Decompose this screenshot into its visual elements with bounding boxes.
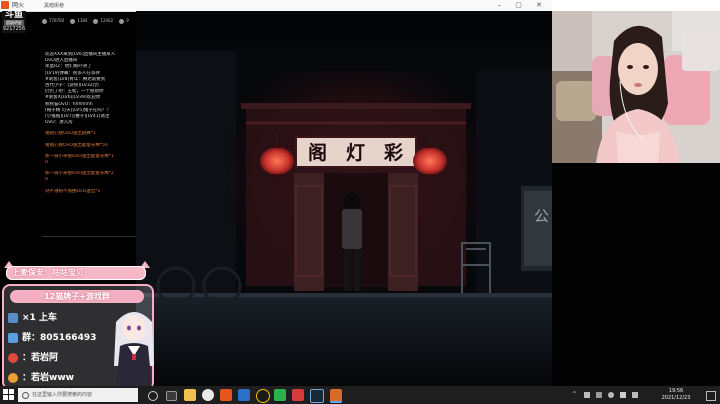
panel-title: 12猫牌子+游戏群: [10, 290, 144, 303]
room-manager-label: 上麦保安：咕咕宝贝: [12, 268, 84, 277]
panel-row: ：若岩www: [8, 370, 74, 386]
tab-title: 黑暗街巷: [44, 3, 65, 9]
webcam-image: [552, 11, 720, 163]
room-id: 9217256: [2, 26, 26, 32]
lantern-right: [413, 147, 447, 175]
room-manager-banner: 上麦保安：咕咕宝贝: [2, 261, 154, 280]
weibo-icon: [8, 352, 18, 363]
task-view-icon[interactable]: [166, 391, 177, 401]
stat-share: 9: [119, 18, 129, 24]
heat-icon: [70, 18, 76, 24]
clock-date: 2021/12/23: [661, 395, 691, 401]
clock[interactable]: 19:56 2021/12/23: [656, 388, 696, 402]
sign-char-3: 彩: [383, 142, 403, 164]
chat-panel[interactable]: 欢迎XXX来到[LV6]直播间主播某人 OvO进入直播间 笨蛋RZ：他们被吓哭了…: [42, 52, 136, 237]
stats-bar: 778780 1184 12462 9: [42, 16, 134, 26]
app-icon-red[interactable]: [292, 389, 304, 401]
windows-start-icon[interactable]: [3, 389, 14, 400]
cortana-icon[interactable]: [148, 391, 158, 401]
share-icon: [119, 18, 125, 24]
gift-message: 刻不落粉不落搜OvO送出*1: [45, 188, 101, 194]
lantern-left: [260, 147, 294, 175]
side-empty-area: [552, 163, 720, 386]
stat-heat: 1184: [70, 18, 87, 24]
gift-message: 猪猪心搜OvO送出跳舞*1: [45, 131, 96, 137]
taskbar-search-box[interactable]: 在这里输入你要搜索的内容: [18, 388, 138, 402]
window-controls[interactable]: – ▢ ✕: [498, 0, 548, 11]
panel-row: ×1 上车: [8, 310, 57, 326]
anime-mascot-illustration: [108, 306, 160, 388]
game-window-icon[interactable]: [330, 389, 342, 403]
streamer-id-box: 斗鱼 超级明星 9217256: [2, 11, 26, 33]
search-icon: [22, 392, 29, 399]
file-explorer-icon[interactable]: [184, 389, 196, 401]
app-logo-icon: [1, 1, 9, 9]
ime-icon[interactable]: [632, 392, 638, 398]
tray-overflow-icon[interactable]: ^: [572, 391, 577, 398]
clock-time: 19:56: [668, 388, 684, 394]
webcam-feed: [552, 11, 720, 163]
panel-row: ：若岩阿: [8, 350, 58, 366]
search-placeholder: 在这里输入你要搜索的内容: [32, 392, 93, 398]
tray-icon-1[interactable]: [584, 392, 590, 398]
platform-mark: 斗鱼: [4, 10, 23, 20]
gift-message: 猪猪心搜OvO送出能量光棒*50: [45, 142, 108, 148]
gift-icon: [93, 18, 99, 24]
chrome-icon[interactable]: [202, 389, 214, 401]
volume-icon[interactable]: [620, 392, 626, 398]
chat-message: OvO：进入房: [45, 120, 73, 126]
webcam-header: [552, 0, 720, 11]
wechat-icon[interactable]: [274, 389, 286, 401]
user-icon: [8, 312, 18, 323]
stat-gift: 12462: [93, 18, 113, 24]
app-icon-blue[interactable]: [238, 389, 250, 401]
gift-message: 0: [45, 160, 48, 166]
panel-row: 群：805166493: [8, 330, 96, 346]
app-icon-yellow[interactable]: [256, 389, 270, 403]
notification-icon[interactable]: [706, 391, 716, 401]
game-viewport[interactable]: 阁 灯 彩 公 告 栏: [136, 11, 552, 386]
tray-icon-2[interactable]: [596, 392, 602, 398]
game-scene: 阁 灯 彩 公 告 栏: [136, 11, 552, 386]
fans-icon: [42, 18, 47, 24]
gift-message: 0: [45, 177, 48, 183]
sign-char-1: 阁: [308, 141, 327, 164]
sign-char-2: 灯: [346, 142, 365, 164]
notice-board-sign: 公 告 栏: [534, 207, 552, 225]
group-icon: [8, 332, 18, 343]
weibo-icon: [8, 372, 18, 383]
stat-fans: 778780: [42, 18, 64, 24]
network-icon[interactable]: [608, 392, 614, 398]
steam-icon[interactable]: [310, 389, 324, 403]
windows-taskbar: 在这里输入你要搜索的内容 ^ 19:56 2021/12/23: [0, 386, 720, 404]
douyu-app-icon[interactable]: [220, 389, 232, 401]
